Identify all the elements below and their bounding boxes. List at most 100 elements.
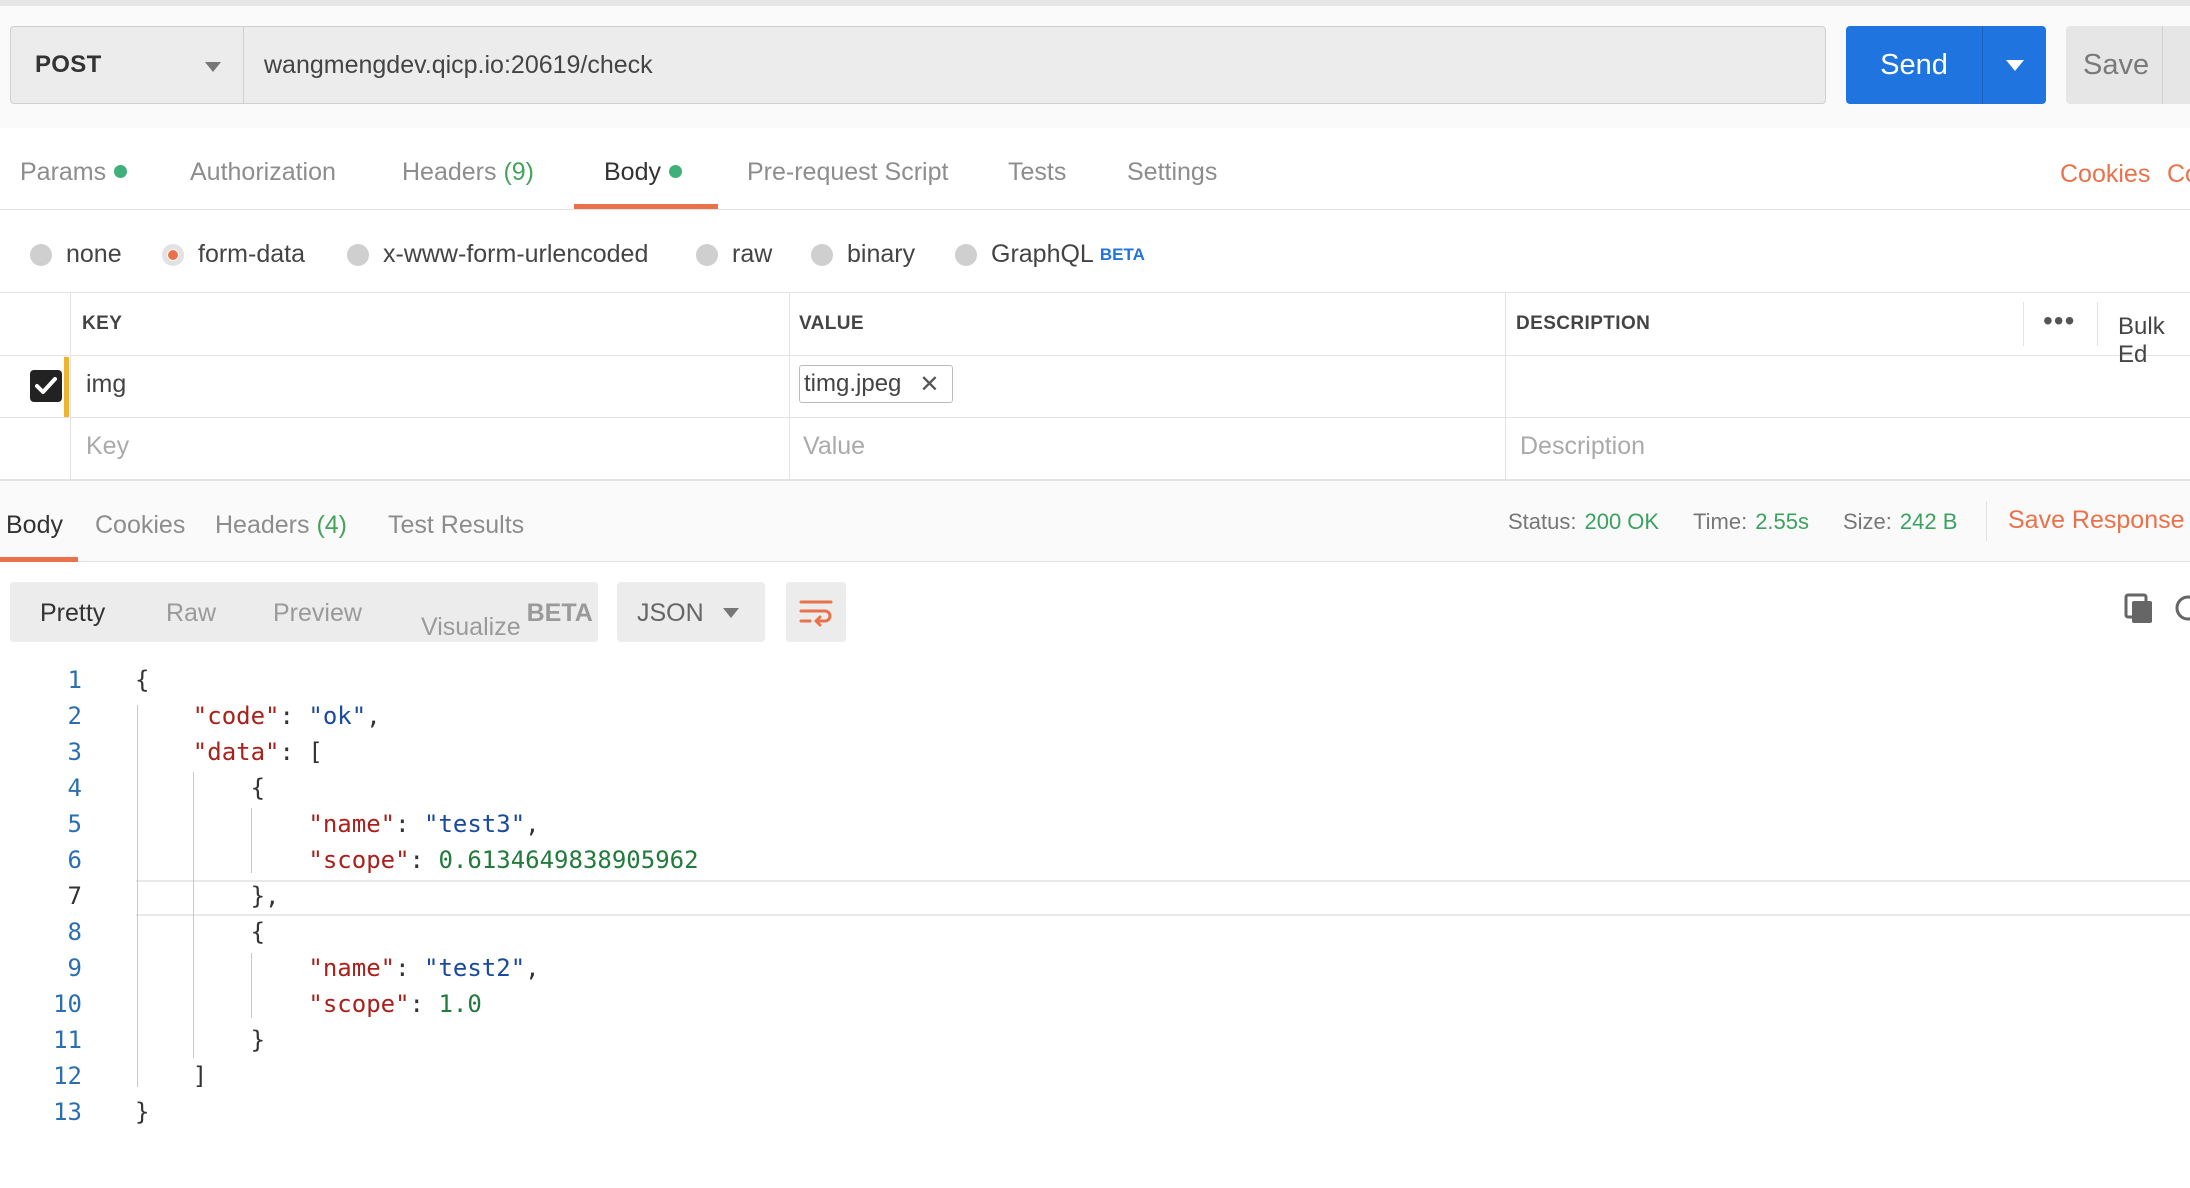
radio-circle-icon xyxy=(30,243,52,266)
method-select[interactable]: POST xyxy=(10,26,243,104)
tab-params[interactable]: Params xyxy=(20,158,128,187)
copy-icon[interactable] xyxy=(2123,592,2155,631)
line-number: 7 xyxy=(67,882,82,910)
line-number: 13 xyxy=(53,1098,82,1126)
file-name: timg.jpeg xyxy=(804,370,902,397)
json-string: "ok" xyxy=(308,702,367,730)
send-button[interactable]: Send xyxy=(1846,26,2046,104)
file-chip[interactable]: timg.jpeg ✕ xyxy=(799,365,953,403)
code-line: "scope": 1.0 xyxy=(308,990,482,1018)
mode-raw[interactable]: Raw xyxy=(166,599,216,628)
param-description-cell[interactable] xyxy=(1516,370,2116,400)
radio-x-www-form-urlencoded[interactable]: x-www-form-urlencoded xyxy=(347,240,648,269)
code-line: "data": [ xyxy=(192,738,323,766)
column-divider xyxy=(1505,293,1506,479)
tab-test-results[interactable]: Test Results xyxy=(388,511,524,540)
line-number: 3 xyxy=(67,738,82,766)
column-divider xyxy=(789,293,790,479)
tab-response-cookies[interactable]: Cookies xyxy=(95,511,185,540)
size-label: Size: xyxy=(1843,509,1892,534)
mode-visualize[interactable]: Visualize BETA xyxy=(421,599,593,642)
tab-headers[interactable]: Headers (9) xyxy=(402,158,534,187)
line-number: 6 xyxy=(67,846,82,874)
tab-count: (4) xyxy=(316,511,348,539)
send-label: Send xyxy=(1880,48,1948,81)
json-string: "test3" xyxy=(424,810,526,838)
status-dot-icon xyxy=(114,165,128,178)
table-divider xyxy=(0,417,2190,418)
radio-label: x-www-form-urlencoded xyxy=(383,240,649,268)
radio-selected-icon xyxy=(162,243,184,266)
status-value: 200 OK xyxy=(1584,509,1660,534)
mode-label: Visualize xyxy=(421,613,521,641)
save-response-button[interactable]: Save Response xyxy=(2008,506,2185,535)
column-divider xyxy=(2097,302,2098,346)
bulk-edit-link[interactable]: Bulk Ed xyxy=(2118,313,2190,369)
code-line: { xyxy=(135,918,266,946)
description-input[interactable]: Description xyxy=(1520,432,1645,461)
language-select[interactable]: JSON xyxy=(617,582,765,642)
line-number: 5 xyxy=(67,810,82,838)
radio-binary[interactable]: binary xyxy=(811,240,915,269)
send-options-button[interactable] xyxy=(1983,26,2046,104)
code-line: } xyxy=(135,1098,150,1126)
mode-preview[interactable]: Preview xyxy=(273,599,362,628)
language-label: JSON xyxy=(637,599,704,627)
json-number: 1.0 xyxy=(438,990,482,1018)
tab-body[interactable]: Body xyxy=(604,158,682,187)
value-input[interactable]: Value xyxy=(803,432,865,461)
more-options-icon[interactable]: ••• xyxy=(2043,307,2075,335)
column-header-key: KEY xyxy=(82,313,123,334)
radio-label: binary xyxy=(847,240,916,268)
code-line: "name": "test3", xyxy=(308,810,540,838)
radio-form-data[interactable]: form-data xyxy=(162,240,305,269)
code-link[interactable]: Co xyxy=(2167,160,2190,189)
response-bar: Body Cookies Headers (4) Test Results St… xyxy=(0,480,2190,562)
tab-label: Body xyxy=(604,158,661,186)
size-value: 242 B xyxy=(1899,509,1958,534)
row-checkbox[interactable] xyxy=(30,370,62,402)
method-label: POST xyxy=(35,51,102,78)
line-number: 11 xyxy=(53,1026,82,1054)
line-number: 8 xyxy=(67,918,82,946)
current-line-highlight xyxy=(136,880,2190,916)
url-input[interactable]: wangmengdev.qicp.io:20619/check xyxy=(243,26,1826,104)
line-number: 4 xyxy=(67,774,82,802)
save-button[interactable]: Save xyxy=(2066,26,2190,104)
tab-tests[interactable]: Tests xyxy=(1008,158,1066,187)
time-readout: Time: 2.55s xyxy=(1693,509,1809,535)
json-key: "scope" xyxy=(308,846,410,874)
chevron-down-icon xyxy=(723,608,739,618)
line-number: 12 xyxy=(53,1062,82,1090)
column-divider xyxy=(1986,501,1987,541)
save-divider xyxy=(2162,26,2163,104)
tab-response-body[interactable]: Body xyxy=(6,511,63,540)
json-number: 0.6134649838905962 xyxy=(438,846,699,874)
tab-pre-request-script[interactable]: Pre-request Script xyxy=(747,158,948,187)
param-key-cell[interactable]: img xyxy=(86,370,126,399)
radio-none[interactable]: none xyxy=(30,240,122,269)
cookies-link[interactable]: Cookies xyxy=(2060,160,2150,189)
wrap-lines-button[interactable] xyxy=(786,582,846,642)
line-number: 10 xyxy=(53,990,82,1018)
key-input[interactable]: Key xyxy=(86,432,129,461)
search-icon[interactable] xyxy=(2172,592,2190,629)
tab-settings[interactable]: Settings xyxy=(1127,158,1217,187)
radio-graphql[interactable]: GraphQL BETA xyxy=(955,240,1145,269)
tab-label: Params xyxy=(20,158,107,186)
wrap-icon xyxy=(799,600,833,627)
copy-glyph xyxy=(2124,593,2152,623)
code-line: "name": "test2", xyxy=(308,954,540,982)
close-icon[interactable]: ✕ xyxy=(919,370,939,399)
tab-response-headers[interactable]: Headers (4) xyxy=(215,511,347,540)
radio-circle-icon xyxy=(811,243,833,266)
json-key: "name" xyxy=(308,954,396,982)
radio-label: GraphQL xyxy=(991,240,1094,268)
line-number: 9 xyxy=(67,954,82,982)
json-key: "scope" xyxy=(308,990,410,1018)
active-tab-indicator xyxy=(574,204,718,209)
tab-authorization[interactable]: Authorization xyxy=(190,158,336,187)
mode-pretty[interactable]: Pretty xyxy=(40,599,105,628)
tab-label: Headers xyxy=(402,158,497,186)
radio-raw[interactable]: raw xyxy=(696,240,772,269)
